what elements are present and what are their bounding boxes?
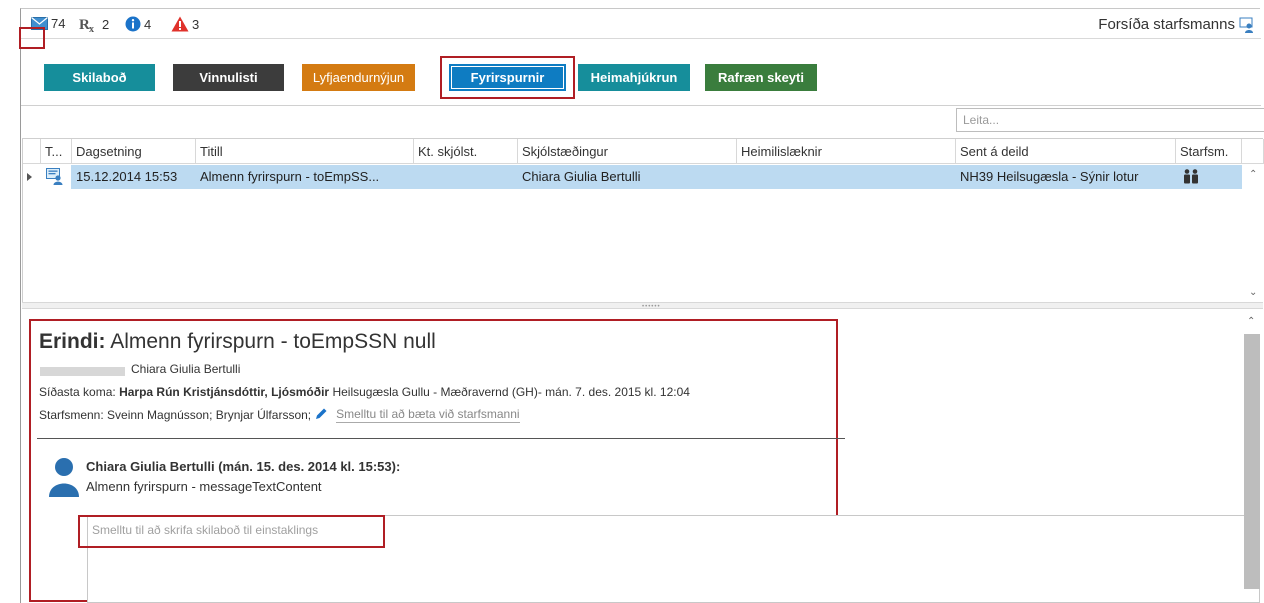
tab-rafraen-skeyti[interactable]: Rafræn skeyti (705, 64, 817, 91)
pencil-icon[interactable] (315, 407, 328, 423)
subject-text: Almenn fyrirspurn - toEmpSSN null (110, 330, 436, 353)
column-header-spacer (1242, 139, 1264, 164)
info-icon (125, 16, 141, 32)
highlight-reply (78, 515, 385, 548)
column-header-title[interactable]: Titill (196, 139, 414, 164)
inquiries-grid: T... Dagsetning Titill Kt. skjólst. Skjó… (22, 138, 1264, 303)
grid-scrollbar[interactable]: ⌃ ⌄ (1243, 165, 1264, 303)
info-counter[interactable]: 4 (125, 16, 151, 32)
rx-count: 2 (102, 16, 110, 32)
inquiry-detail: Erindi: Almenn fyrirspurn - toEmpSSN nul… (29, 319, 1260, 603)
staff-list: Starfsmenn: Sveinn Magnússon; Brynjar Úl… (39, 408, 312, 422)
last-visit-label: Síðasta koma: (39, 385, 116, 399)
tab-skilabod[interactable]: Skilaboð (44, 64, 155, 91)
chevron-up-icon[interactable]: ⌃ (1247, 316, 1255, 327)
chevron-down-icon[interactable]: ⌄ (1249, 287, 1257, 298)
last-visit: Síðasta koma: Harpa Rún Kristjánsdóttir,… (39, 385, 690, 399)
highlight-fyrirspurnir (440, 56, 575, 99)
message-author: Chiara Giulia Bertulli (mán. 15. des. 20… (86, 459, 401, 474)
tab-label: Vinnulisti (199, 70, 258, 85)
column-header-patient[interactable]: Skjólstæðingur (518, 139, 737, 164)
cell-dept: NH39 Heilsugæsla - Sýnir lotur (960, 169, 1139, 184)
row-indicator-icon (27, 173, 32, 181)
messages-count: 74 (51, 16, 66, 31)
scroll-thumb[interactable] (1244, 334, 1260, 589)
column-header-type[interactable]: T... (41, 139, 72, 164)
column-header-date[interactable]: Dagsetning (72, 139, 196, 164)
svg-text:x: x (89, 24, 94, 32)
redacted-id (40, 367, 125, 376)
last-visit-details: Heilsugæsla Gullu - Mæðravernd (GH)- mán… (332, 385, 690, 399)
chevron-up-icon[interactable]: ⌃ (1249, 169, 1257, 180)
tab-lyfjaendurnyjun[interactable]: Lyfjaendurnýjun (302, 64, 415, 91)
rx-icon: Rx (79, 17, 94, 32)
detail-scrollbar[interactable]: ⌃ (1241, 310, 1263, 603)
table-row[interactable]: 15.12.2014 15:53 Almenn fyrirspurn - toE… (23, 165, 1242, 189)
highlight-type-icon (19, 27, 45, 49)
staff-portal-link[interactable]: Forsíða starfsmanns (1098, 16, 1235, 33)
grip-icon: •••••• (642, 304, 661, 310)
column-header-gp[interactable]: Heimilislæknir (737, 139, 956, 164)
column-header-dept[interactable]: Sent á deild (956, 139, 1176, 164)
add-staff-link[interactable]: Smelltu til að bæta við starfsmanni (336, 407, 520, 423)
patient-name[interactable]: Chiara Giulia Bertulli (131, 362, 240, 376)
cell-title: Almenn fyrirspurn - toEmpSS... (200, 169, 380, 184)
column-header-staff[interactable]: Starfsm. (1176, 139, 1242, 164)
prescriptions-counter[interactable]: Rx 2 (79, 16, 110, 33)
tab-label: Rafræn skeyti (718, 70, 804, 85)
tab-label: Skilaboð (72, 70, 127, 85)
divider (37, 438, 845, 439)
tab-heimahjukrun[interactable]: Heimahjúkrun (578, 64, 690, 91)
subject-label: Erindi: (39, 330, 106, 353)
status-bar: 74 Rx 2 4 3 Forsíða starfsmanns (21, 9, 1261, 39)
staff-portal-icon[interactable] (1239, 17, 1255, 36)
tab-vinnulisti[interactable]: Vinnulisti (173, 64, 284, 91)
panel-splitter[interactable]: •••••• (22, 302, 1263, 310)
alert-count: 3 (192, 16, 200, 32)
divider (21, 105, 1261, 106)
message-chat-icon (46, 168, 64, 188)
cell-date: 15.12.2014 15:53 (76, 169, 178, 184)
staff-people-icon (1183, 169, 1199, 187)
column-header-kt[interactable]: Kt. skjólst. (414, 139, 518, 164)
search-input[interactable]: Leita... (956, 108, 1264, 132)
avatar-icon (48, 457, 80, 500)
subject-heading: Erindi: Almenn fyrirspurn - toEmpSSN nul… (39, 330, 436, 354)
message-text: Almenn fyrirspurn - messageTextContent (86, 479, 322, 494)
warning-icon (171, 16, 189, 32)
last-visit-person: Harpa Rún Kristjánsdóttir, Ljósmóðir (119, 385, 330, 399)
grid-row-header-cell (23, 139, 41, 164)
info-count: 4 (144, 16, 152, 32)
alerts-counter[interactable]: 3 (171, 16, 199, 32)
staff-line: Starfsmenn: Sveinn Magnússon; Brynjar Úl… (39, 407, 520, 423)
cell-patient: Chiara Giulia Bertulli (522, 169, 641, 184)
tab-label: Heimahjúkrun (590, 70, 678, 85)
tab-label: Lyfjaendurnýjun (312, 70, 405, 85)
